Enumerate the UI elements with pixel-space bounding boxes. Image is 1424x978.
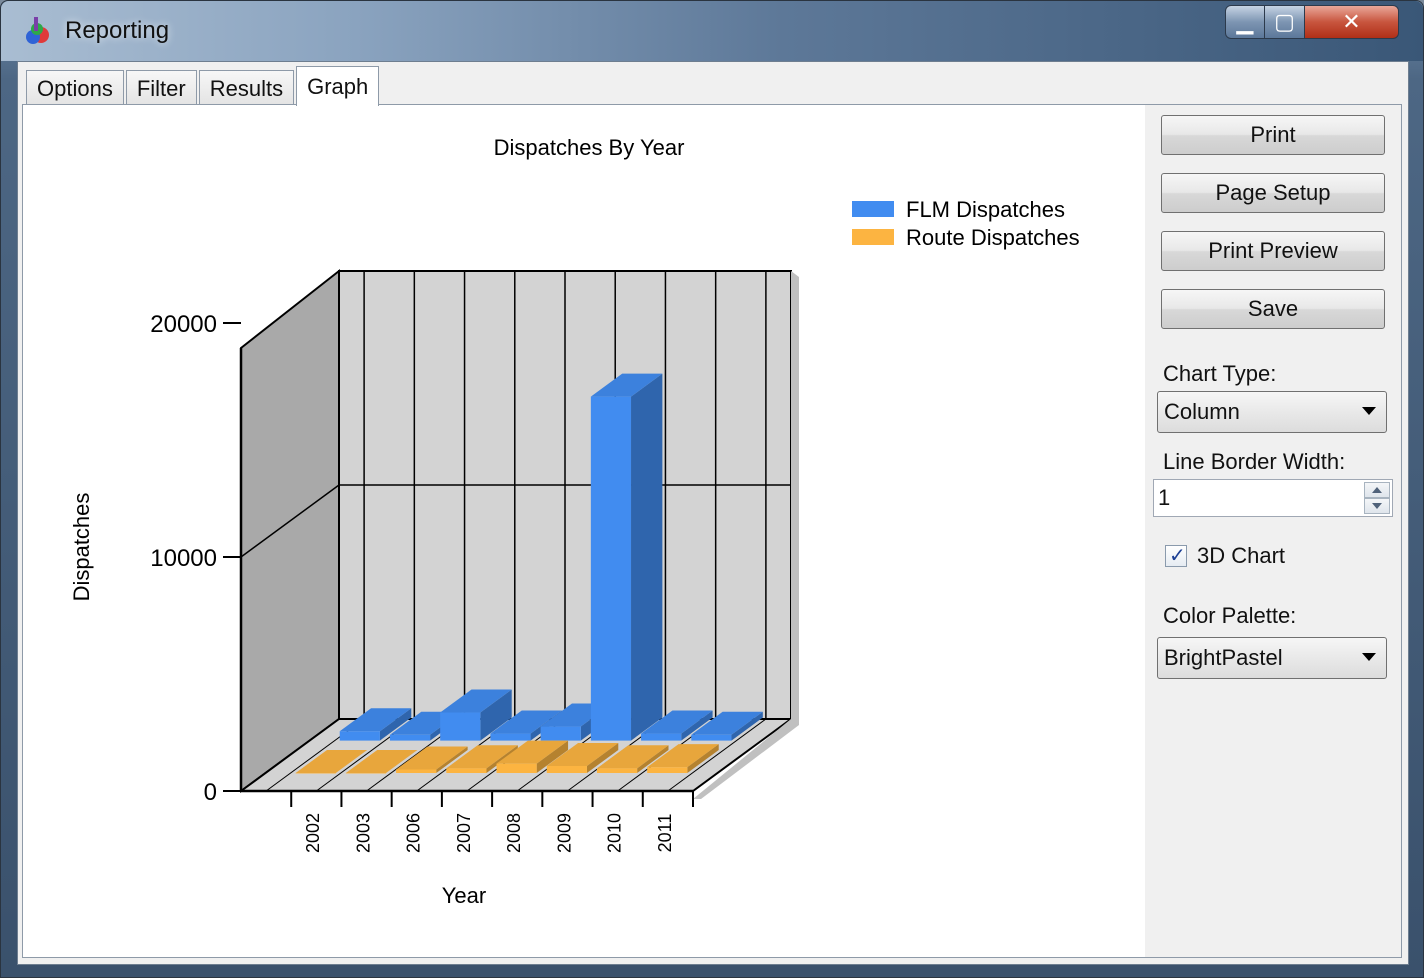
spin-up-button[interactable] <box>1364 482 1390 498</box>
bar-flm-2008 <box>540 726 581 741</box>
color-palette-value: BrightPastel <box>1164 645 1283 670</box>
line-border-width-label: Line Border Width: <box>1163 449 1346 474</box>
bar-route-2011 <box>647 767 688 773</box>
x-tick-label: 2008 <box>504 813 524 853</box>
bar-flm-2002 <box>339 731 380 741</box>
graph-tab-page: 0 10000 20000 2002 2003 2006 2007 2008 2009 2010 2… <box>22 104 1402 958</box>
chevron-down-icon <box>1362 653 1376 661</box>
maximize-button[interactable]: ▢ <box>1265 5 1305 39</box>
chart-3d-checkbox[interactable] <box>1165 543 1187 568</box>
bar-flm-2009 <box>590 396 632 741</box>
bar-route-2008 <box>496 763 537 773</box>
tab-filter[interactable]: Filter <box>125 70 197 106</box>
color-palette-dropdown[interactable]: BrightPastel <box>1157 637 1387 679</box>
window-title: Reporting <box>65 17 170 44</box>
bar-route-2006 <box>396 769 437 773</box>
x-tick-label: 2011 <box>655 814 675 853</box>
chart-type-value: Column <box>1164 399 1240 424</box>
chart-type-dropdown[interactable]: Column <box>1157 391 1387 433</box>
spin-down-button[interactable] <box>1364 498 1390 514</box>
save-button[interactable]: Save <box>1161 289 1385 329</box>
close-button[interactable]: ✕ <box>1305 5 1399 39</box>
y-axis-label: Dispatches <box>69 493 94 602</box>
close-icon: ✕ <box>1342 9 1361 34</box>
print-preview-button[interactable]: Print Preview <box>1161 231 1385 271</box>
bar-flm-2007 <box>490 733 531 741</box>
dispatches-chart: 0 10000 20000 2002 2003 2006 2007 2008 2009 2010 2… <box>69 135 1080 908</box>
chart-type-label: Chart Type: <box>1163 361 1277 386</box>
tab-options[interactable]: Options <box>26 70 124 106</box>
x-axis-label: Year <box>442 883 486 908</box>
chart-area: 0 10000 20000 2002 2003 2006 2007 2008 2009 2010 2… <box>23 105 1145 957</box>
title-bar[interactable]: Reporting ▁ ▢ ✕ <box>1 1 1423 61</box>
maximize-icon: ▢ <box>1274 9 1295 34</box>
bar-flm-2011 <box>691 734 732 741</box>
bar-route-2009 <box>546 765 587 773</box>
minimize-button[interactable]: ▁ <box>1225 5 1265 39</box>
bar-route-2010 <box>596 768 638 773</box>
chart-3d-label: 3D Chart <box>1197 543 1286 568</box>
x-tick-label: 2006 <box>404 813 424 853</box>
bar-side-flm <box>631 373 663 741</box>
y-tick-label: 20000 <box>150 311 217 338</box>
y-tick-label: 0 <box>204 779 217 806</box>
bar-flm-2003 <box>389 734 431 741</box>
client-area: Options Filter Results Graph 0 10000 20000… <box>17 61 1409 965</box>
legend-label-route: Route Dispatches <box>906 225 1080 250</box>
bar-flm-2010 <box>641 733 682 741</box>
minimize-icon: ▁ <box>1236 9 1254 34</box>
side-panel: Print Page Setup Print Preview Save Char… <box>1145 105 1401 957</box>
tab-results[interactable]: Results <box>198 70 295 106</box>
line-border-width-stepper[interactable]: 1 <box>1153 479 1393 517</box>
tab-graph[interactable]: Graph <box>296 66 380 106</box>
chart-title: Dispatches By Year <box>494 135 685 160</box>
line-border-width-value: 1 <box>1158 485 1171 510</box>
print-button[interactable]: Print <box>1161 115 1385 155</box>
reporting-window: Reporting ▁ ▢ ✕ Options Filter Results G… <box>0 0 1424 978</box>
x-tick-label: 2010 <box>605 813 625 853</box>
y-tick-label: 10000 <box>150 545 217 572</box>
legend-swatch-flm <box>852 201 894 217</box>
x-tick-label: 2007 <box>454 813 474 853</box>
chart-side-wall <box>240 268 340 793</box>
bar-flm-2006 <box>440 712 481 741</box>
bar-route-2007 <box>446 768 487 773</box>
tab-strip: Options Filter Results Graph <box>26 66 381 106</box>
caption-buttons: ▁ ▢ ✕ <box>1225 5 1399 41</box>
x-tick-label: 2002 <box>303 813 323 853</box>
chart-app-icon <box>26 17 49 44</box>
spinner <box>1364 482 1390 514</box>
bar-route-2003 <box>345 773 387 774</box>
x-tick-label: 2009 <box>554 813 574 853</box>
bar-route-2002 <box>295 773 336 774</box>
legend-swatch-route <box>852 229 894 245</box>
chart-3d-checkbox-row[interactable]: 3D Chart <box>1165 543 1285 569</box>
color-palette-label: Color Palette: <box>1163 603 1297 628</box>
x-tick-label: 2003 <box>353 813 373 853</box>
chevron-down-icon <box>1362 407 1376 415</box>
page-setup-button[interactable]: Page Setup <box>1161 173 1385 213</box>
legend-label-flm: FLM Dispatches <box>906 197 1065 222</box>
